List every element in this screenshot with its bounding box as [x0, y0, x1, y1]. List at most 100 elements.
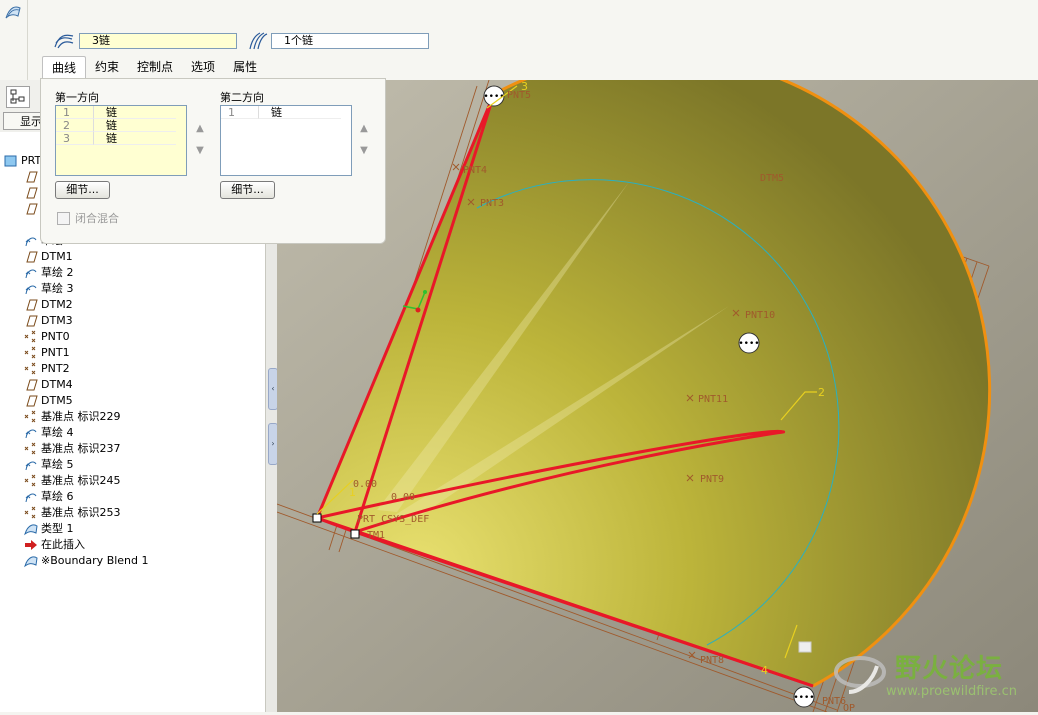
- checkbox-box[interactable]: [57, 211, 70, 225]
- datum-point-icon: [24, 474, 38, 488]
- dimension-label: 0.00: [391, 492, 415, 503]
- move-up-icon[interactable]: ▲: [193, 123, 207, 135]
- tree-item[interactable]: [24, 185, 41, 201]
- second-details-button[interactable]: 细节...: [220, 181, 275, 199]
- dashboard-bar: 3链 1个链 曲线 约束 控制点 选项 属性: [0, 0, 1038, 80]
- dashboard-separator: [27, 0, 28, 80]
- tree-item[interactable]: DTM2: [24, 297, 73, 313]
- chain-number-2: 2: [818, 386, 825, 399]
- datum-plane-icon: [24, 250, 38, 264]
- tree-item[interactable]: 基准点 标识253: [24, 505, 121, 521]
- tree-item[interactable]: 草绘 5: [24, 457, 74, 473]
- datum-plane-icon: [24, 314, 38, 328]
- tree-item-label: DTM4: [41, 378, 73, 391]
- tree-item[interactable]: PNT2: [24, 361, 70, 377]
- list-item[interactable]: 3链: [56, 132, 186, 145]
- tree-item[interactable]: DTM5: [24, 393, 73, 409]
- first-direction-icon: [54, 34, 74, 49]
- pnt11-label: PNT11: [698, 394, 728, 405]
- tab-constraints[interactable]: 约束: [86, 56, 128, 78]
- tab-properties[interactable]: 属性: [224, 56, 266, 78]
- sketch-icon: [24, 266, 38, 280]
- tree-item[interactable]: [24, 201, 41, 217]
- top-partial-label: OP: [843, 703, 855, 712]
- pnt4-label: PNT4: [463, 165, 487, 176]
- tree-item[interactable]: 基准点 标识229: [24, 409, 121, 425]
- graphics-viewport[interactable]: •••• •••• •••• PNT5 PNT4 PNT3 PNT10 PNT1…: [276, 52, 1038, 714]
- curves-panel: 第一方向 1链 2链 3链 ▲ ▼ 细节... 第二方向 1链 ▲ ▼ 细节..…: [40, 78, 386, 244]
- tree-item[interactable]: 草绘 2: [24, 265, 74, 281]
- list-item[interactable]: 2链: [56, 119, 186, 132]
- first-direction-collector[interactable]: 3链: [79, 33, 237, 49]
- tree-item[interactable]: DTM3: [24, 313, 73, 329]
- sketch-icon: [24, 234, 38, 248]
- tree-item[interactable]: 基准点 标识245: [24, 473, 121, 489]
- show-menu-button[interactable]: 显示: [3, 112, 43, 130]
- list-item[interactable]: 1链: [56, 106, 186, 119]
- tree-root-label: PRT: [21, 154, 42, 167]
- second-direction-icon: [249, 32, 268, 50]
- second-direction-list[interactable]: 1链: [220, 105, 352, 176]
- first-details-button[interactable]: 细节...: [55, 181, 110, 199]
- watermark-title: 野火论坛: [895, 654, 1004, 684]
- tree-item[interactable]: 草绘 4: [24, 425, 74, 441]
- move-down-icon[interactable]: ▼: [357, 145, 371, 157]
- closed-blend-checkbox[interactable]: 闭合混合: [57, 210, 119, 226]
- model-view[interactable]: •••• •••• •••• PNT5 PNT4 PNT3 PNT10 PNT1…: [276, 52, 1038, 714]
- list-item[interactable]: 1链: [221, 106, 351, 119]
- tree-item[interactable]: PNT0: [24, 329, 70, 345]
- first-direction-list[interactable]: 1链 2链 3链: [55, 105, 187, 176]
- tree-item[interactable]: ※Boundary Blend 1: [24, 553, 149, 569]
- datum-plane-icon: [24, 298, 38, 312]
- tab-curves[interactable]: 曲线: [42, 56, 87, 79]
- model-tree-icon[interactable]: [6, 86, 30, 108]
- tree-item[interactable]: 草绘 6: [24, 489, 74, 505]
- surface-icon: [24, 522, 38, 536]
- second-direction-collector[interactable]: 1个链: [271, 33, 429, 49]
- sketch-icon: [24, 458, 38, 472]
- tree-item[interactable]: PNT1: [24, 345, 70, 361]
- part-icon: [4, 154, 18, 168]
- closed-blend-label: 闭合混合: [75, 212, 119, 225]
- tree-item[interactable]: 类型 1: [24, 521, 74, 537]
- tree-item-label: 在此插入: [41, 538, 85, 551]
- tree-item-label: 基准点 标识245: [41, 474, 121, 487]
- tree-item[interactable]: 草绘 3: [24, 281, 74, 297]
- sketch-icon: [24, 490, 38, 504]
- svg-text:••••: ••••: [793, 693, 814, 703]
- move-down-icon[interactable]: ▼: [193, 145, 207, 157]
- chain-number-3: 3: [521, 80, 528, 93]
- tree-item-label: DTM1: [41, 250, 73, 263]
- datum-point-icon: [24, 442, 38, 456]
- tree-item[interactable]: 基准点 标识237: [24, 441, 121, 457]
- tree-item[interactable]: DTM4: [24, 377, 73, 393]
- tree-item-label: PNT0: [41, 330, 70, 343]
- datum-plane-icon: [24, 186, 38, 200]
- datum-point-icon: [24, 346, 38, 360]
- tree-item-label: 草绘 5: [41, 458, 74, 471]
- datum-point-icon: [24, 362, 38, 376]
- pnt9-label: PNT9: [700, 474, 724, 485]
- dashboard-tabs: 曲线 约束 控制点 选项 属性: [42, 56, 266, 79]
- tree-item-label: DTM2: [41, 298, 73, 311]
- datum-plane-icon: [24, 394, 38, 408]
- tab-control-points[interactable]: 控制点: [128, 56, 182, 78]
- datum-plane-icon: [24, 202, 38, 216]
- tree-item[interactable]: [24, 169, 41, 185]
- tree-item[interactable]: 在此插入: [24, 537, 85, 553]
- datum-point-icon: [24, 410, 38, 424]
- tree-item-label: 草绘 6: [41, 490, 74, 503]
- dtm-partial-label: TM1: [367, 530, 385, 541]
- sketch-icon: [24, 282, 38, 296]
- tab-options[interactable]: 选项: [182, 56, 224, 78]
- tree-item-label: 草绘 2: [41, 266, 74, 279]
- datum-point-icon: [24, 330, 38, 344]
- pnt10-label: PNT10: [745, 310, 775, 321]
- datum-point-icon: [24, 506, 38, 520]
- boundary-blend-icon: [5, 6, 21, 19]
- chain-number-1: 1: [349, 486, 356, 499]
- tree-item-label: 草绘 3: [41, 282, 74, 295]
- move-up-icon[interactable]: ▲: [357, 123, 371, 135]
- tree-root[interactable]: PRT: [4, 153, 41, 169]
- tree-item[interactable]: DTM1: [24, 249, 73, 265]
